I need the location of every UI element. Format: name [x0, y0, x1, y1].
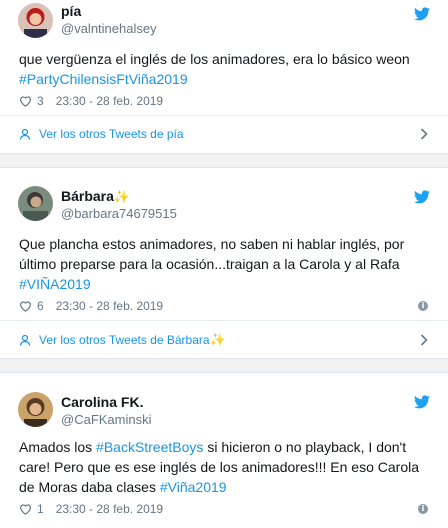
author-name-text[interactable]: Bárbara — [61, 188, 114, 204]
avatar[interactable] — [18, 392, 53, 427]
author-handle[interactable]: @CaFKaminski — [61, 412, 152, 427]
tweet-text-line: care! Pero que es ese inglés de los anim… — [19, 459, 420, 475]
tweet-text-line: Que plancha estos animadores, no saben n… — [19, 236, 405, 252]
tweet-text: Que plancha estos animadores, no saben n… — [19, 234, 431, 294]
divider — [0, 115, 448, 116]
more-tweets-label[interactable]: Ver los otros Tweets de pía — [39, 127, 184, 141]
like-count[interactable]: 6 — [37, 299, 44, 313]
tweet-meta: 6 23:30 - 28 feb. 2019 — [19, 299, 163, 313]
tweet-card: Bárbara✨ @barbara74679515 Que plancha es… — [0, 167, 448, 359]
tweet-meta: 1 23:30 - 28 feb. 2019 — [19, 502, 163, 516]
hashtag-link[interactable]: #Viña2019 — [160, 479, 227, 495]
heart-icon[interactable] — [19, 95, 32, 107]
tweet-text-line: Amados los #BackStreetBoys si hicieron o… — [19, 437, 431, 457]
user-icon — [19, 128, 31, 140]
tweet-text-line: de Moras daba clases #Viña2019 — [19, 477, 431, 497]
user-icon — [19, 334, 31, 346]
hashtag-link[interactable]: #PartyChilensisFtViña2019 — [19, 69, 431, 89]
like-count[interactable]: 1 — [37, 502, 44, 516]
avatar[interactable] — [18, 3, 53, 38]
more-tweets-link[interactable]: Ver los otros Tweets de Bárbara ✨ — [19, 330, 430, 350]
tweet-timestamp[interactable]: 23:30 - 28 feb. 2019 — [56, 502, 163, 516]
twitter-bird-icon[interactable] — [414, 190, 430, 204]
like-count[interactable]: 3 — [37, 94, 44, 108]
tweet-text-line: que vergüenza el inglés de los animadore… — [19, 51, 410, 67]
author-handle[interactable]: @barbara74679515 — [61, 206, 177, 221]
info-icon[interactable]: i — [418, 301, 428, 311]
avatar[interactable] — [18, 186, 53, 221]
tweet-text-segment: Amados los — [19, 439, 97, 455]
author-name[interactable]: Bárbara✨ — [61, 188, 130, 205]
sparkles-icon: ✨ — [209, 332, 226, 347]
tweet-meta: 3 23:30 - 28 feb. 2019 — [19, 94, 163, 108]
author-name[interactable]: Carolina FK. — [61, 394, 143, 410]
hashtag-link[interactable]: #BackStreetBoys — [96, 439, 203, 455]
more-tweets-link[interactable]: Ver los otros Tweets de pía — [19, 124, 430, 144]
info-icon[interactable]: i — [418, 504, 428, 514]
author-handle[interactable]: @valntinehalsey — [61, 21, 157, 36]
tweet-text: que vergüenza el inglés de los animadore… — [19, 49, 431, 89]
divider — [0, 320, 448, 321]
tweet-timestamp[interactable]: 23:30 - 28 feb. 2019 — [56, 299, 163, 313]
tweet-timestamp[interactable]: 23:30 - 28 feb. 2019 — [56, 94, 163, 108]
tweet-text-line: último preparse para la ocasión...traiga… — [19, 256, 400, 272]
twitter-bird-icon[interactable] — [414, 395, 430, 409]
sparkles-icon: ✨ — [113, 189, 131, 204]
chevron-right-icon[interactable] — [420, 128, 428, 140]
tweet-text-segment: de Moras daba clases — [19, 479, 160, 495]
tweet-text: Amados los #BackStreetBoys si hicieron o… — [19, 437, 431, 497]
tweet-card: pía @valntinehalsey que vergüenza el ing… — [0, 0, 448, 154]
chevron-right-icon[interactable] — [420, 334, 428, 346]
twitter-bird-icon[interactable] — [414, 7, 430, 21]
heart-icon[interactable] — [19, 503, 32, 515]
hashtag-link[interactable]: #VIÑA2019 — [19, 274, 431, 294]
author-name[interactable]: pía — [61, 3, 81, 19]
heart-icon[interactable] — [19, 300, 32, 312]
tweet-card: Carolina FK. @CaFKaminski Amados los #Ba… — [0, 372, 448, 528]
more-tweets-label[interactable]: Ver los otros Tweets de Bárbara — [39, 333, 210, 347]
tweet-text-segment: si hicieron o no playback, I don't — [203, 439, 407, 455]
